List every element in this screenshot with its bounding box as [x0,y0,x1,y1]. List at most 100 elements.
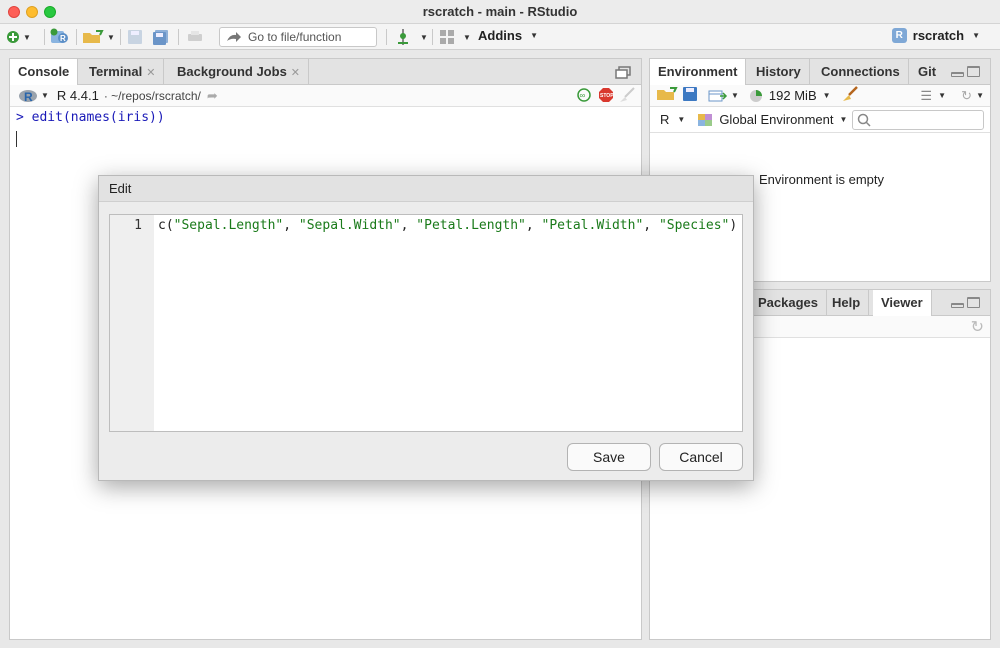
new-file-button[interactable]: ▼ [6,28,31,46]
environment-search-input[interactable] [852,110,984,130]
working-directory: · ~/repos/rscratch/ [103,88,201,103]
tab-environment-label: Environment [658,64,738,79]
console-cursor[interactable] [16,131,17,147]
interrupt-r-button[interactable]: STOP [598,87,614,106]
console-input-line: > edit(names(iris)) [16,110,165,125]
tab-help-label: Help [832,295,861,310]
memory-usage-menu[interactable]: 192 MiB ▼ [749,88,831,103]
close-window-button[interactable] [8,6,20,18]
tab-background-jobs[interactable]: Background Jobs ✕ [169,59,310,85]
svg-text:STOP: STOP [600,93,614,99]
git-branch-icon [398,29,408,45]
load-workspace-button[interactable] [656,86,678,105]
close-icon[interactable]: ✕ [146,67,155,79]
chevron-down-icon: ▼ [463,32,471,42]
language-menu[interactable]: R ▼ [660,112,685,127]
maximize-pane-icon[interactable] [967,297,980,308]
tab-connections[interactable]: Connections [813,59,909,85]
project-menu[interactable]: R rscratch ▼ [891,28,980,43]
clear-objects-button[interactable] [841,85,859,106]
save-workspace-button[interactable] [682,86,698,105]
memory-pie-icon [749,89,762,102]
console-tabbar: Console Terminal ✕ Background Jobs ✕ [10,59,641,86]
tab-help[interactable]: Help [824,290,870,316]
print-button[interactable] [186,28,204,46]
scope-menu[interactable]: Global Environment ▼ [697,112,847,127]
code-string: "Sepal.Width" [298,218,401,233]
environment-scope-bar: R ▼ Global Environment ▼ [650,107,990,133]
chevron-down-icon: ▼ [23,32,31,42]
import-dataset-icon [708,90,728,101]
tab-terminal-label: Terminal [89,64,143,79]
new-project-button[interactable]: R [50,28,70,46]
edit-dialog-editor[interactable]: 1 c("Sepal.Length", "Sepal.Width", "Peta… [109,214,743,432]
tab-console-label: Console [18,64,70,79]
list-icon: ☰ [920,87,933,103]
chevron-down-icon: ▼ [731,91,739,100]
r-project-icon: R [891,28,907,43]
svg-text:R: R [60,34,66,43]
broom-icon [620,87,635,102]
save-all-button[interactable] [152,28,170,46]
tab-viewer[interactable]: Viewer [873,290,932,317]
print-icon [188,31,202,41]
environment-empty-message: Environment is empty [759,172,884,187]
memory-usage: 192 MiB [768,88,817,103]
save-button[interactable] [127,28,143,46]
tab-packages[interactable]: Packages [750,290,827,316]
refresh-viewer-button[interactable]: ↻ [971,317,984,337]
r-version-menu[interactable]: R ▼ [18,88,49,104]
cancel-button[interactable]: Cancel [659,443,743,471]
clear-console-button[interactable] [618,86,636,107]
r-logo-icon: R [19,89,37,104]
project-label: rscratch [912,28,965,43]
stop-icon: STOP [599,88,614,102]
maximize-pane-icon[interactable] [967,66,980,77]
edit-dialog-title: Edit [99,176,753,202]
addins-menu[interactable]: Addins ▼ [478,28,538,43]
search-icon [857,113,871,127]
goto-file-function-input[interactable]: Go to file/function [219,27,377,47]
window-title: rscratch - main - RStudio [422,4,578,19]
r-version: R 4.4.1 [56,88,99,103]
new-file-icon [7,31,19,43]
version-control-button[interactable]: ▼ [396,28,428,46]
code-string: "Sepal.Length" [173,218,284,233]
tab-viewer-label: Viewer [881,295,923,310]
environment-toolbar: ▼ 192 MiB ▼ ☰ ▼ ↻ ▼ [650,85,990,107]
workspace-panes-button[interactable]: ▼ [439,28,471,46]
tab-git[interactable]: Git [910,59,944,85]
render-button[interactable]: ∞ [577,88,591,105]
save-icon [128,30,142,44]
zoom-window-button[interactable] [44,6,56,18]
chevron-down-icon: ▼ [822,91,831,100]
minimize-pane-icon[interactable] [951,72,964,77]
refresh-icon: ↻ [961,87,973,103]
restore-pane-button[interactable] [615,66,631,82]
import-dataset-button[interactable]: ▼ [708,89,739,103]
chevron-down-icon: ▼ [972,31,980,40]
minimize-window-button[interactable] [26,6,38,18]
goto-directory-icon[interactable]: ➦ [207,88,218,104]
editor-code-line[interactable]: c("Sepal.Length", "Sepal.Width", "Petal.… [158,218,737,233]
code-prefix: c( [158,218,174,233]
chevron-down-icon: ▼ [420,32,428,42]
close-icon[interactable]: ✕ [291,67,300,79]
save-button[interactable]: Save [567,443,651,471]
tab-connections-label: Connections [821,64,900,79]
chevron-down-icon: ▼ [107,32,115,42]
open-file-button[interactable]: ▼ [82,28,115,46]
console-subbar: R ▼ R 4.4.1 · ~/repos/rscratch/ ➦ ∞ STOP [10,85,641,107]
folder-open-icon [657,87,678,100]
chevron-down-icon: ▼ [976,91,984,100]
save-icon [683,87,697,101]
tab-terminal[interactable]: Terminal ✕ [81,59,165,85]
scope-label: Global Environment [719,112,834,127]
tab-history[interactable]: History [748,59,810,85]
tab-console[interactable]: Console [10,59,79,86]
minimize-pane-icon[interactable] [951,303,964,308]
refresh-environment-button[interactable]: ↻ ▼ [961,88,984,104]
list-view-menu[interactable]: ☰ ▼ [920,88,946,104]
chevron-down-icon: ▼ [938,91,946,100]
tab-environment[interactable]: Environment [650,59,747,86]
